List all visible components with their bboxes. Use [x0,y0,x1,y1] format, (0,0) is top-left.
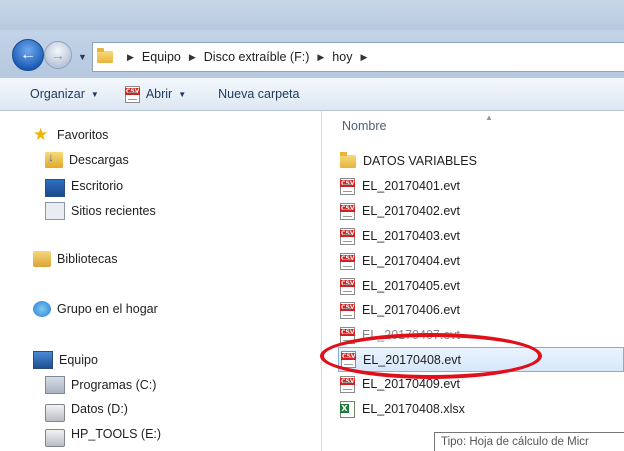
file-name: EL_20170406.evt [362,303,461,317]
organize-label: Organizar [30,87,85,101]
nav-label: Escritorio [71,179,124,193]
file-name: EL_20170408.xlsx [362,402,465,416]
chevron-down-icon: ▼ [90,89,99,99]
back-button[interactable]: ← [12,39,44,71]
recent-locations-dropdown-icon[interactable]: ▼ [78,52,87,62]
nav-label: Favoritos [57,128,109,142]
file-name: EL_20170401.evt [362,179,461,193]
libraries-icon [33,251,51,267]
list-item-file[interactable]: X EL_20170408.xlsx [340,398,624,420]
file-name: DATOS VARIABLES [363,154,477,168]
breadcrumb-item-hoy[interactable]: hoy [332,50,352,64]
downloads-folder-icon [45,150,63,168]
chevron-right-icon[interactable]: ▶ [360,52,367,63]
breadcrumb-item-equipo[interactable]: Equipo [142,50,181,64]
chevron-right-icon[interactable]: ▶ [127,52,134,63]
computer-icon [33,351,53,369]
list-item-folder[interactable]: DATOS VARIABLES [340,150,624,172]
nav-label: Grupo en el hogar [57,302,158,316]
folder-icon [340,151,356,168]
chevron-down-icon: ▼ [178,89,187,99]
nav-item-drive-e[interactable]: HP_TOOLS (E:) [45,425,162,447]
csv-file-icon: CSV [340,227,356,245]
arrow-right-icon: → [51,47,65,63]
list-item-file[interactable]: CSV EL_20170403.evt [340,225,624,247]
hard-drive-icon [45,429,65,447]
breadcrumb[interactable]: ▶ Equipo ▶ Disco extraíble (F:) ▶ hoy ▶ [92,42,624,72]
column-header-name[interactable]: Nombre [342,119,386,133]
csv-file-icon: CSV [340,277,356,295]
nav-label: HP_TOOLS (E:) [71,427,162,441]
command-toolbar: Organizar ▼ CSV Abrir ▼ Nueva carpeta [0,78,624,111]
csv-file-icon: CSV [340,202,356,220]
file-name: EL_20170403.evt [362,229,461,243]
homegroup-icon [33,301,51,317]
breadcrumb-item-removable-disk[interactable]: Disco extraíble (F:) [204,50,310,64]
nav-label: Equipo [59,353,98,367]
star-icon: ★ [33,125,49,144]
new-folder-button[interactable]: Nueva carpeta [218,87,299,101]
list-item-file[interactable]: CSV EL_20170402.evt [340,200,624,222]
file-list-pane: Nombre ▲ DATOS VARIABLES CSV EL_20170401… [322,111,624,451]
nav-item-homegroup[interactable]: Grupo en el hogar [33,301,158,317]
file-name: EL_20170409.evt [362,377,461,391]
nav-label: Bibliotecas [57,252,118,266]
csv-file-icon: CSV [340,301,356,319]
file-name: EL_20170402.evt [362,204,461,218]
nav-label: Sitios recientes [71,204,156,218]
nav-item-favorites[interactable]: ★ Favoritos [33,125,109,144]
new-folder-label: Nueva carpeta [218,87,300,101]
nav-item-computer[interactable]: Equipo [33,351,98,369]
list-item-file[interactable]: CSV EL_20170404.evt [340,250,624,272]
arrow-left-icon: ← [20,46,36,63]
nav-item-downloads[interactable]: Descargas [45,150,129,168]
list-item-file[interactable]: CSV EL_20170401.evt [340,175,624,197]
window-title-bar [0,0,624,30]
open-button[interactable]: CSV Abrir ▼ [124,85,187,103]
address-bar-area: ← → ▼ ▶ Equipo ▶ Disco extraíble (F:) ▶ … [0,30,624,79]
nav-item-recent-places[interactable]: Sitios recientes [45,202,156,220]
nav-label: Descargas [69,153,129,167]
chevron-right-icon[interactable]: ▶ [189,52,196,63]
nav-item-desktop[interactable]: Escritorio [45,177,124,197]
organize-button[interactable]: Organizar ▼ [30,87,99,101]
csv-file-icon: CSV [340,252,356,270]
highlight-annotation-ellipse [320,333,542,379]
recent-places-icon [45,202,65,220]
nav-item-libraries[interactable]: Bibliotecas [33,251,117,267]
system-drive-icon [45,376,65,394]
csv-file-icon: CSV [340,375,356,393]
hard-drive-icon [45,404,65,422]
file-type-tooltip: Tipo: Hoja de cálculo de Micr [434,432,624,451]
csv-file-icon: CSV [340,177,356,195]
nav-label: Datos (D:) [71,402,128,416]
csv-file-icon: CSV [124,85,141,103]
navigation-pane: ★ Favoritos Descargas Escritorio Sitios … [0,111,320,451]
open-label: Abrir [145,87,173,101]
chevron-right-icon[interactable]: ▶ [317,52,324,63]
nav-item-drive-d[interactable]: Datos (D:) [45,400,128,422]
list-item-file[interactable]: CSV EL_20170405.evt [340,275,624,297]
forward-button[interactable]: → [44,41,72,69]
file-name: EL_20170405.evt [362,279,461,293]
nav-label: Programas (C:) [71,378,157,392]
list-item-file[interactable]: CSV EL_20170406.evt [340,299,624,321]
desktop-icon [45,179,65,197]
folder-icon [97,48,113,63]
excel-file-icon: X [340,400,355,418]
sort-ascending-icon: ▲ [485,113,493,122]
nav-item-drive-c[interactable]: Programas (C:) [45,376,156,394]
file-name: EL_20170404.evt [362,254,461,268]
